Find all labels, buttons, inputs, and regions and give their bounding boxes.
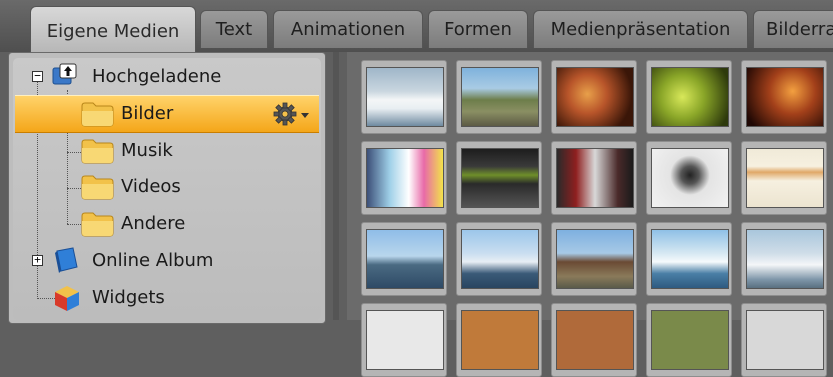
folder-icon [81, 139, 114, 164]
gear-dropdown-icon[interactable] [273, 102, 313, 128]
thumbnail[interactable] [646, 60, 732, 134]
tab-medienpraesentation[interactable]: Medienpräsentation [533, 10, 748, 48]
tab-eigene-medien[interactable]: Eigene Medien [30, 6, 196, 52]
thumbnail[interactable] [551, 303, 637, 377]
tree-item-widgets[interactable]: Widgets [92, 287, 165, 309]
folder-icon [81, 102, 114, 127]
upload-folder-icon [52, 63, 77, 85]
tab-bilderrahmen[interactable]: Bilderra [753, 10, 833, 48]
thumbnail[interactable] [361, 60, 447, 134]
thumbnail[interactable] [361, 222, 447, 296]
tab-formen[interactable]: Formen [428, 10, 528, 48]
collapse-icon[interactable]: − [32, 70, 43, 82]
panel-splitter[interactable] [333, 52, 339, 320]
thumbnail[interactable] [741, 303, 827, 377]
thumbnail[interactable] [551, 60, 637, 134]
tree-item-hochgeladene[interactable]: Hochgeladene [92, 66, 221, 88]
thumbnail[interactable] [741, 222, 827, 296]
thumbnail[interactable] [646, 303, 732, 377]
media-tree: − Hochgeladene Bilder Musik Videos Ander… [13, 58, 321, 320]
thumbnail[interactable] [456, 303, 542, 377]
folder-icon [81, 175, 114, 200]
thumbnail[interactable] [646, 222, 732, 296]
folder-icon [81, 212, 114, 237]
thumbnail[interactable] [456, 222, 542, 296]
tree-item-online-album[interactable]: Online Album [92, 250, 213, 272]
tree-item-videos[interactable]: Videos [121, 176, 181, 198]
thumbnail[interactable] [456, 60, 542, 134]
thumbnail[interactable] [361, 141, 447, 215]
book-icon [55, 247, 78, 273]
tab-animationen[interactable]: Animationen [273, 10, 423, 48]
tab-bar: Eigene Medien Text Animationen Formen Me… [0, 0, 833, 52]
thumbnail[interactable] [361, 303, 447, 377]
expand-icon[interactable]: + [32, 254, 43, 266]
thumbnail-gallery [347, 52, 833, 377]
thumbnail[interactable] [741, 60, 827, 134]
tree-item-andere[interactable]: Andere [121, 213, 185, 235]
widget-cube-icon [55, 286, 79, 311]
thumbnail[interactable] [551, 141, 637, 215]
thumbnail[interactable] [741, 141, 827, 215]
thumbnail[interactable] [551, 222, 637, 296]
tree-item-musik[interactable]: Musik [121, 140, 173, 162]
tree-item-bilder[interactable]: Bilder [121, 103, 173, 125]
tab-text[interactable]: Text [200, 10, 268, 48]
thumbnail[interactable] [646, 141, 732, 215]
thumbnail[interactable] [456, 141, 542, 215]
